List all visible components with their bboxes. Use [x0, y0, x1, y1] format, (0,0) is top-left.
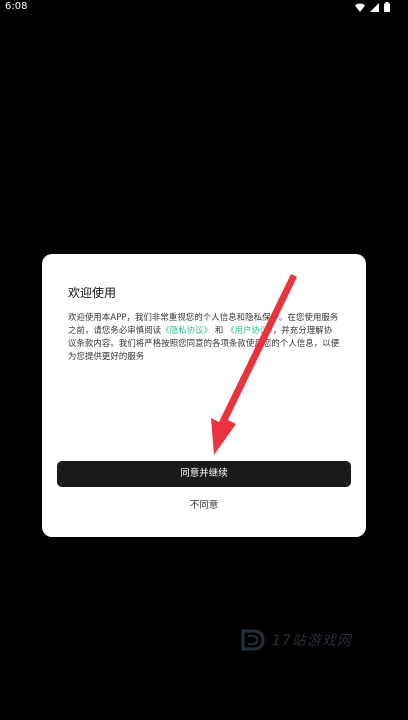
status-time: 6:08 — [5, 1, 28, 12]
dialog-title: 欢迎使用 — [68, 286, 117, 300]
wifi-icon — [355, 3, 365, 12]
privacy-dialog: 欢迎使用 欢迎使用本APP，我们非常重视您的个人信息和隐私保护。在您使用服务之前… — [42, 254, 366, 537]
dialog-body-and: 和 — [214, 325, 224, 335]
status-icons — [355, 2, 390, 12]
battery-icon — [384, 2, 390, 12]
watermark: 17站游戏网 — [240, 628, 352, 652]
watermark-text: 17站游戏网 — [272, 633, 352, 649]
disagree-button[interactable]: 不同意 — [154, 496, 254, 516]
app-screen: 6:08 欢迎使用 欢迎使用本APP，我们非常重视您的个人信息和隐私保护。在您使… — [0, 0, 408, 720]
agree-continue-button[interactable]: 同意并继续 — [57, 461, 351, 487]
user-agreement-link[interactable]: 《用户协议》 — [226, 325, 273, 335]
signal-icon — [370, 2, 379, 12]
watermark-logo-icon — [241, 629, 265, 651]
privacy-policy-link[interactable]: 《隐私协议》 — [161, 325, 212, 335]
dialog-body: 欢迎使用本APP，我们非常重视您的个人信息和隐私保护。在您使用服务之前，请您务必… — [68, 311, 340, 363]
status-bar: 6:08 — [0, 0, 408, 14]
